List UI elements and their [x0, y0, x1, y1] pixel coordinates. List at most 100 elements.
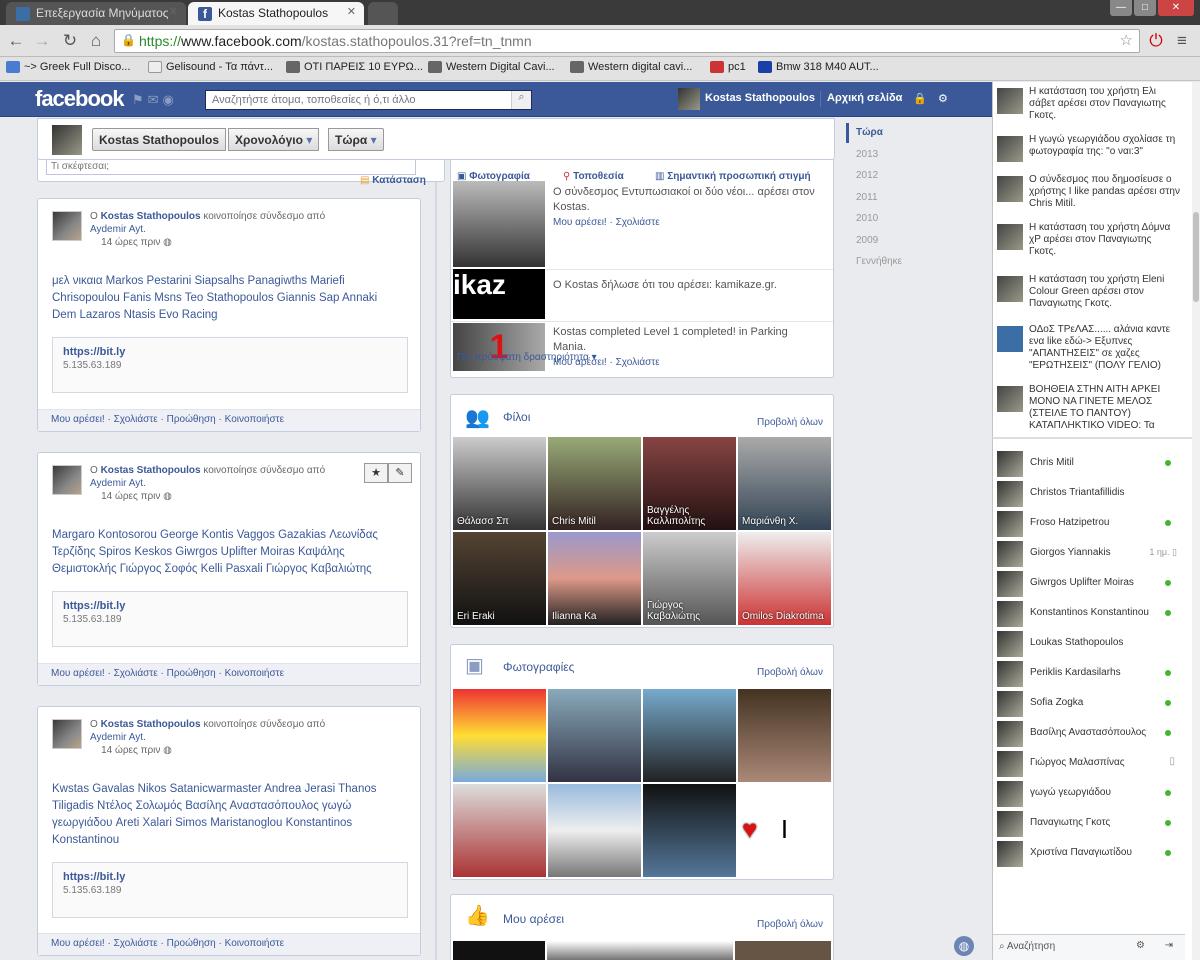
year-2010[interactable]: 2010 [856, 213, 878, 224]
link-preview[interactable]: https://bit.ly 5.135.63.189 [52, 862, 408, 918]
like-tile[interactable] [735, 941, 831, 960]
bookmark-item[interactable]: pc1 [710, 61, 746, 74]
chat-contact[interactable]: Christos Triantafillidis [993, 479, 1185, 509]
bookmark-item[interactable]: Western Digital Cavi... [428, 61, 555, 74]
like-button[interactable]: Μου αρέσει! [51, 668, 105, 679]
gear-icon[interactable]: ⚙ [1136, 940, 1145, 951]
ticker-item[interactable]: Η κατάσταση του χρήστη Eleni Colour Gree… [993, 274, 1185, 310]
post-source[interactable]: Aydemir Ayt. [90, 224, 146, 235]
friend-tile[interactable]: Θάλασσ Σπ [453, 437, 546, 530]
forward-icon[interactable]: → [32, 31, 52, 51]
reload-icon[interactable]: ↻ [60, 31, 80, 51]
friends-view-all[interactable]: Προβολή όλων [757, 417, 823, 428]
back-icon[interactable]: ← [6, 31, 26, 51]
notification-icons[interactable]: ⚑✉◉ [132, 92, 178, 108]
avatar[interactable] [52, 465, 82, 495]
year-2011[interactable]: 2011 [856, 192, 878, 203]
post-source[interactable]: Aydemir Ayt. [90, 478, 146, 489]
comment-button[interactable]: Σχολιάστε [114, 938, 158, 949]
star-icon[interactable]: ★ [364, 463, 388, 483]
promote-button[interactable]: Προώθηση [167, 414, 216, 425]
chat-contact[interactable]: Periklis Kardasilarhs [993, 659, 1185, 689]
friend-tile[interactable]: Βαγγέλης Καλλιπολίτης [643, 437, 736, 530]
kamikaze-thumbnail[interactable]: ikaz [453, 269, 545, 319]
scrollbar[interactable] [1192, 82, 1200, 960]
chat-contact[interactable]: Froso Hatzipetrou [993, 509, 1185, 539]
home-link[interactable]: Αρχική σελίδα [827, 92, 902, 104]
post-source[interactable]: Aydemir Ayt. [90, 732, 146, 743]
avatar[interactable] [52, 719, 82, 749]
link-preview[interactable]: https://bit.ly 5.135.63.189 [52, 591, 408, 647]
chat-contact[interactable]: Chris Mitil [993, 449, 1185, 479]
friend-tile[interactable]: Γιώργος Καβαλιώτης [643, 532, 736, 625]
post-author[interactable]: Kostas Stathopoulos [101, 719, 201, 730]
life-event-tab[interactable]: ▥ Σημαντική προσωπική στιγμή [655, 171, 811, 182]
bookmark-star-icon[interactable]: ☆ [1120, 31, 1133, 49]
status-input[interactable]: Τι σκέφτεσαι; [46, 159, 416, 175]
tagged-names[interactable]: Margaro Kontosorou George Kontis Vaggos … [52, 527, 402, 578]
facebook-logo[interactable]: facebook [35, 86, 125, 112]
close-tab-icon[interactable]: ✕ [347, 5, 356, 18]
tagged-names[interactable]: μελ νικαια Markos Pestarini Siapsalhs Pa… [52, 273, 402, 324]
friend-tile[interactable]: Chris Mitil [548, 437, 641, 530]
friends-title[interactable]: Φίλοι [503, 410, 530, 424]
photos-title[interactable]: Φωτογραφίες [503, 660, 574, 674]
chat-contact[interactable]: Χριστίνα Παναγιωτίδου [993, 839, 1185, 869]
photo-tile[interactable] [453, 689, 546, 782]
year-born[interactable]: Γεννήθηκε [856, 256, 902, 267]
chat-contact[interactable]: Giwrgos Uplifter Moiras [993, 569, 1185, 599]
chat-contact[interactable]: Loukas Stathopoulos [993, 629, 1185, 659]
tab-facebook[interactable]: f Kostas Stathopoulos ✕ [188, 2, 364, 25]
year-now[interactable]: Τώρα [856, 127, 883, 138]
ticker-item[interactable]: Η γωγώ γεωργιάδου σχολίασε τη φωτογραφία… [993, 134, 1185, 162]
like-button[interactable]: Μου αρέσει! [51, 414, 105, 425]
chat-contact[interactable]: Sofia Zogka [993, 689, 1185, 719]
bookmark-item[interactable]: ΟΤΙ ΠΑΡΕΙΣ 10 ΕΥΡΩ... [286, 61, 423, 74]
likes-view-all[interactable]: Προβολή όλων [757, 919, 823, 930]
privacy-icon[interactable]: 🔒 [913, 92, 927, 105]
bookmark-item[interactable]: Western digital cavi... [570, 61, 692, 74]
promote-button[interactable]: Προώθηση [167, 938, 216, 949]
gear-icon[interactable]: ⚙ [938, 92, 948, 105]
share-button[interactable]: Κοινοποιήστε [225, 414, 284, 425]
edit-pencil-icon[interactable]: ✎ [388, 463, 412, 483]
bookmark-item[interactable]: Bmw 318 M40 AUT... [758, 61, 879, 74]
minimize-icon[interactable]: — [1110, 0, 1132, 16]
activity-text[interactable]: Ο Kostas δήλωσε ότι του αρέσει: kamikaze… [553, 279, 823, 291]
profile-name-button[interactable]: Kostas Stathopoulos [92, 128, 227, 151]
like-button[interactable]: Μου αρέσει! [51, 938, 105, 949]
home-icon[interactable]: ⌂ [86, 31, 106, 51]
year-2009[interactable]: 2009 [856, 235, 878, 246]
ticker-item[interactable]: Ο σύνδεσμος που δημοσίευσε ο χρήστης I l… [993, 174, 1185, 210]
photo-tile[interactable] [453, 784, 546, 877]
year-2013[interactable]: 2013 [856, 149, 878, 160]
place-tab[interactable]: ⚲ Τοποθεσία [563, 171, 624, 182]
new-tab-button[interactable] [368, 2, 398, 25]
photo-tile[interactable] [548, 689, 641, 782]
friend-tile[interactable]: Μαριάνθη Χ. [738, 437, 831, 530]
chat-contact[interactable]: Giorgos Yiannakis 1 ημ. ▯ [993, 539, 1185, 569]
friend-tile[interactable]: Omilos Diakrotima [738, 532, 831, 625]
share-button[interactable]: Κοινοποιήστε [225, 938, 284, 949]
search-input[interactable]: Αναζητήστε άτομα, τοποθεσίες ή ό,τι άλλο… [205, 90, 532, 110]
avatar[interactable] [52, 125, 82, 155]
maximize-icon[interactable]: □ [1134, 0, 1156, 16]
ticker-item[interactable]: ΟΔοΣ ΤΡεΛΑΣ...... αλάνια καντε ενα like … [993, 324, 1185, 372]
photos-view-all[interactable]: Προβολή όλων [757, 667, 823, 678]
tagged-names[interactable]: Kwstas Gavalas Nikos Satanicwarmaster An… [52, 781, 402, 849]
i-love-photo-tile[interactable]: I ♥ [738, 784, 831, 877]
profile-link[interactable]: Kostas Stathopoulos [705, 92, 815, 104]
chat-contact[interactable]: Konstantinos Konstantinou [993, 599, 1185, 629]
share-button[interactable]: Κοινοποιήστε [225, 668, 284, 679]
post-time[interactable]: 14 ώρες πριν [101, 237, 160, 248]
promote-button[interactable]: Προώθηση [167, 668, 216, 679]
post-time[interactable]: 14 ώρες πριν [101, 745, 160, 756]
status-tab[interactable]: ▤ Κατάσταση [360, 175, 426, 186]
activity-thumbnail[interactable] [453, 181, 545, 267]
link-preview[interactable]: https://bit.ly 5.135.63.189 [52, 337, 408, 393]
ticker-item[interactable]: ΒΟΗΘΕΙΑ ΣΤΗΝ ΑΙΤΗ ΑΡΚΕΙ ΜΟΝΟ ΝΑ ΓΙΝΕΤΕ Μ… [993, 384, 1185, 432]
now-dropdown[interactable]: Τώρα ▾ [328, 128, 384, 151]
address-bar[interactable]: 🔒 https://www.facebook.com/kostas.statho… [114, 29, 1140, 53]
timeline-dropdown[interactable]: Χρονολόγιο ▾ [228, 128, 320, 151]
popout-icon[interactable]: ⇥ [1165, 940, 1173, 951]
